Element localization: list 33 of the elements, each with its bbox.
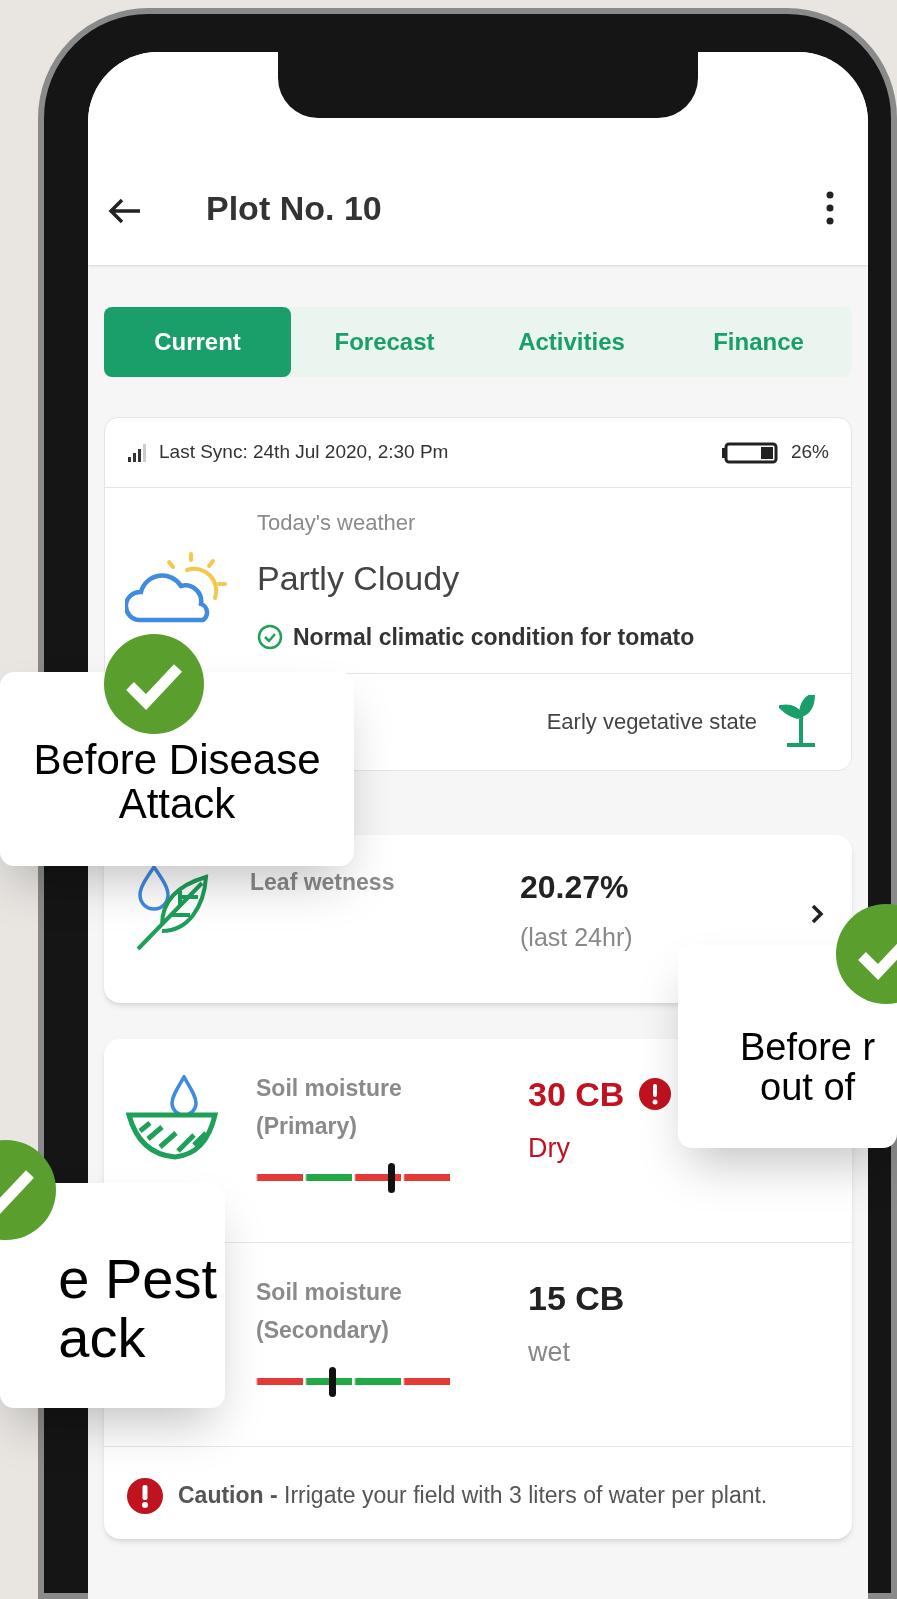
sensor-value: 20.27%	[520, 870, 629, 903]
callout-text: Before Disease Attack	[33, 737, 321, 826]
callout-text: e Pest ack	[58, 1250, 217, 1368]
caution-message: Caution - Irrigate your field with 3 liters of water per plant.	[178, 1480, 768, 1510]
battery-percentage: 26%	[790, 440, 829, 465]
tab[interactable]: Forecast	[291, 307, 478, 377]
alert-icon	[126, 1476, 164, 1515]
weather-condition: Partly Cloudy	[257, 558, 460, 599]
alert-icon	[638, 1077, 673, 1111]
last-sync-text: Last Sync: 24th Jul 2020, 2:30 Pm	[159, 440, 449, 465]
battery-icon	[720, 441, 779, 464]
moisture-state: Dry	[528, 1131, 570, 1165]
callout-text: Before r out of	[740, 1028, 876, 1108]
chevron-right-icon[interactable]	[810, 902, 824, 925]
moisture-state: wet	[528, 1335, 571, 1369]
tab[interactable]: Current	[104, 307, 291, 377]
check-circle-icon	[257, 624, 283, 651]
sensor-label: Leaf wetness	[250, 870, 396, 897]
sensor-value: 15 CB	[528, 1277, 625, 1319]
sensor-value: 30 CB	[528, 1073, 625, 1115]
soil-drop-icon	[126, 1074, 218, 1161]
sensor-note: (last 24hr)	[520, 921, 633, 953]
crop-stage: Early vegetative state	[546, 708, 757, 736]
sensor-label: Soil moisture (Primary)	[256, 1073, 403, 1141]
tab[interactable]: Activities	[478, 307, 665, 377]
signal-icon	[127, 442, 147, 463]
sensor-label: Soil moisture (Secondary)	[256, 1277, 403, 1345]
weather-label: Today's weather	[257, 509, 416, 537]
more-menu-icon[interactable]	[826, 191, 834, 225]
weather-status: Normal climatic condition for tomato	[293, 623, 695, 652]
tab[interactable]: Finance	[665, 307, 852, 377]
back-arrow-icon[interactable]	[108, 197, 142, 225]
screen-title: Plot No. 10	[206, 191, 382, 225]
